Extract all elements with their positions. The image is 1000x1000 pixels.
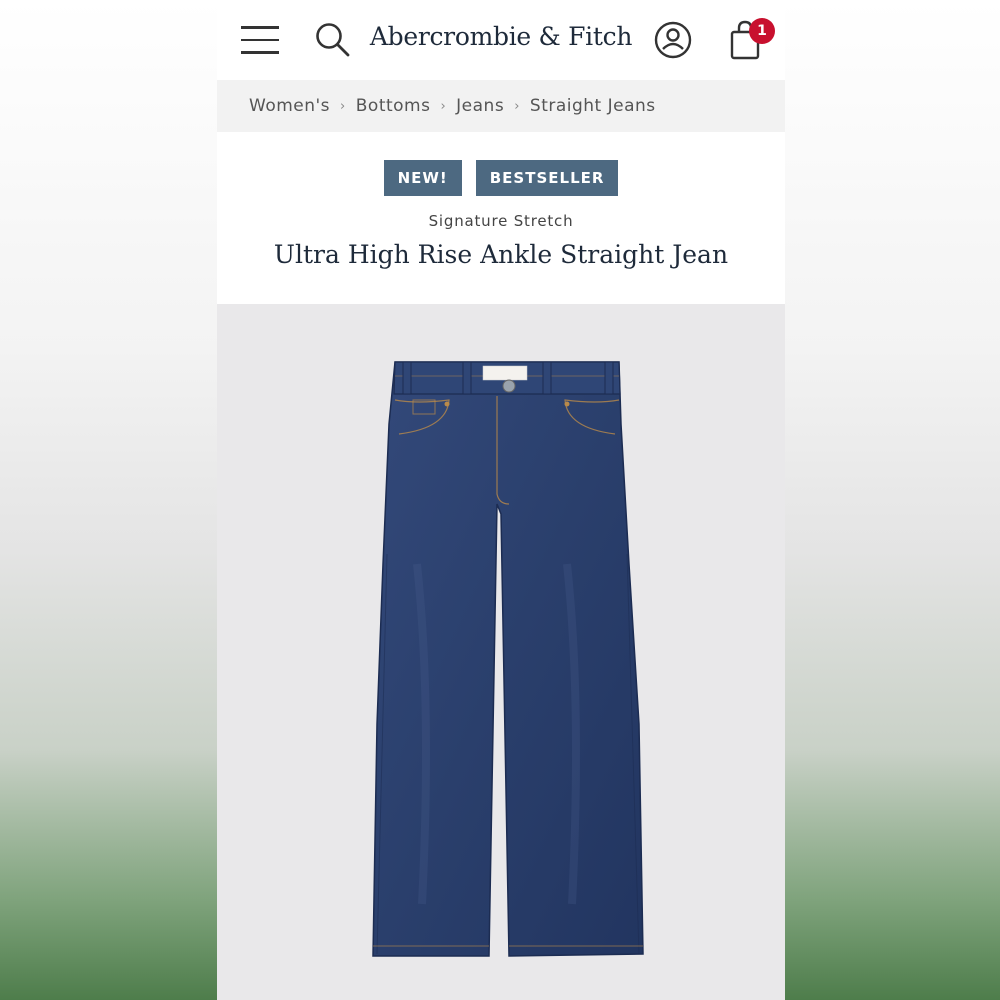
product-title-block: NEW! BESTSELLER Signature Stretch Ultra …: [217, 132, 785, 304]
shopping-bag-icon[interactable]: 1: [723, 16, 775, 64]
background-right: [785, 0, 1000, 1000]
cart-count-badge: 1: [749, 18, 775, 44]
bestseller-badge: BESTSELLER: [475, 160, 619, 196]
breadcrumb: Women's › Bottoms › Jeans › Straight Jea…: [217, 80, 785, 132]
site-header: Abercrombie & Fitch 1: [217, 0, 785, 80]
product-collection: Signature Stretch: [428, 212, 574, 230]
chevron-right-icon: ›: [514, 98, 520, 114]
breadcrumb-bottoms[interactable]: Bottoms: [356, 96, 431, 116]
account-icon[interactable]: [651, 18, 695, 62]
product-image[interactable]: [217, 304, 785, 1000]
brand-logo[interactable]: Abercrombie & Fitch: [217, 22, 785, 51]
new-badge: NEW!: [383, 160, 462, 196]
product-name: Ultra High Rise Ankle Straight Jean: [273, 240, 729, 269]
chevron-right-icon: ›: [340, 98, 346, 114]
breadcrumb-straight-jeans[interactable]: Straight Jeans: [530, 96, 656, 116]
dark-wash-straight-jeans-image: [372, 361, 644, 957]
breadcrumb-womens[interactable]: Women's: [249, 96, 330, 116]
product-tags: NEW! BESTSELLER: [217, 160, 785, 196]
breadcrumb-jeans[interactable]: Jeans: [456, 96, 504, 116]
product-page: Abercrombie & Fitch 1 Women's › Bottoms …: [217, 0, 785, 1000]
background-left: [0, 0, 217, 1000]
chevron-right-icon: ›: [440, 98, 447, 114]
